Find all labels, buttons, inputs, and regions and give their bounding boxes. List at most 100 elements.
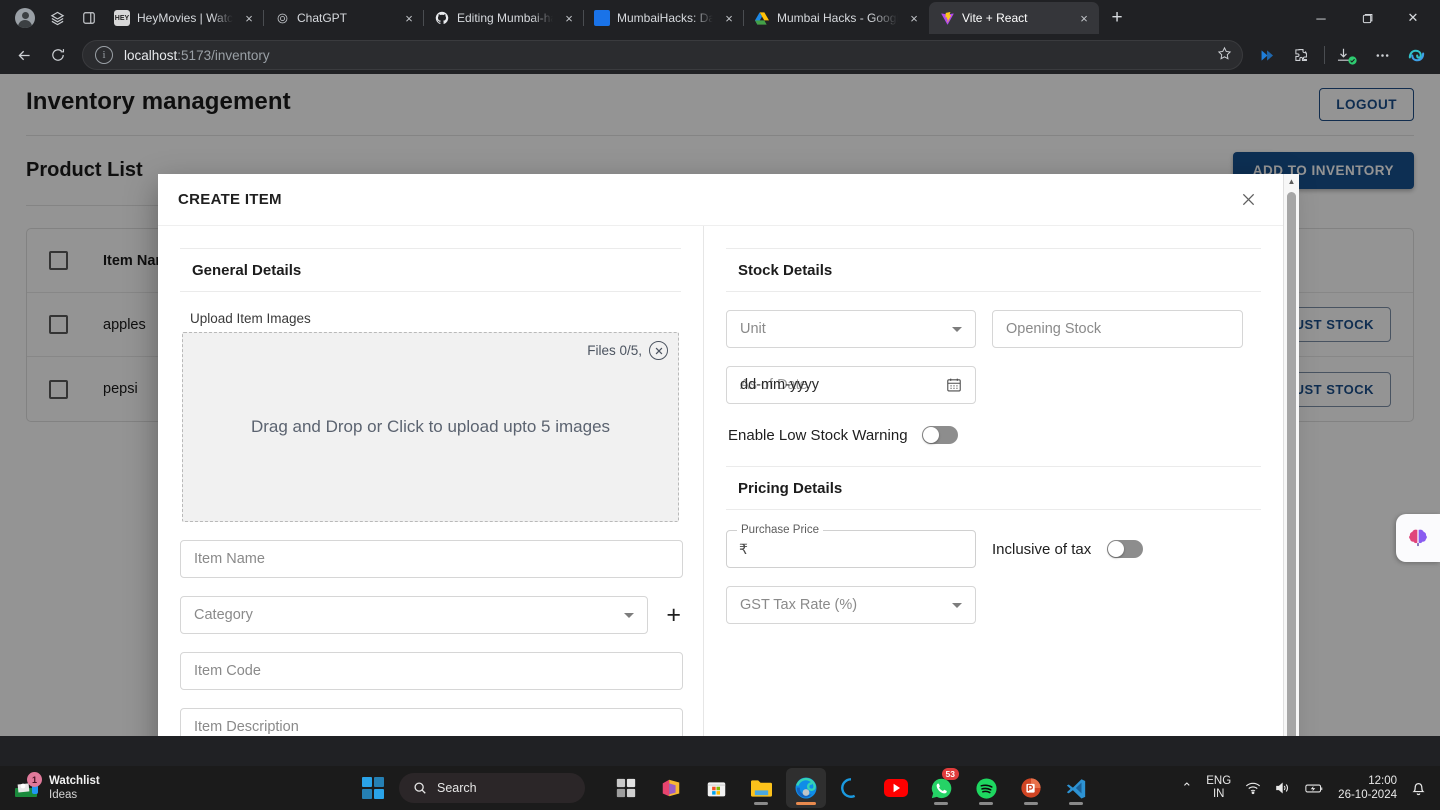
notification-bell-icon[interactable] — [1411, 780, 1426, 796]
collections-icon[interactable] — [1251, 39, 1283, 71]
currency-symbol: ₹ — [739, 540, 748, 557]
chevron-down-icon — [952, 602, 962, 608]
browser-window: HEY HeyMovies | Watch The H × ChatGPT × — [0, 0, 1440, 810]
volume-icon[interactable] — [1275, 781, 1291, 795]
tab-title: Vite + React — [962, 11, 1028, 25]
pricing-details-title: Pricing Details — [726, 466, 1261, 510]
tab-3[interactable]: MumbaiHacks: Dashboard × — [583, 2, 744, 34]
general-details-column: General Details Upload Item Images Files… — [158, 226, 704, 736]
item-name-input[interactable]: Item Name — [180, 540, 683, 578]
powerpoint-icon[interactable] — [1011, 768, 1051, 808]
more-options-icon[interactable] — [1366, 39, 1398, 71]
as-of-date-input[interactable]: As of Date dd-mm-yyyy — [726, 366, 976, 404]
browser-toolbar: i localhost:5173/inventory — [0, 36, 1440, 74]
whatsapp-icon[interactable]: 53 — [921, 768, 961, 808]
reload-icon[interactable] — [42, 39, 74, 71]
close-window-button[interactable]: ✕ — [1390, 1, 1436, 35]
brain-icon[interactable] — [1396, 514, 1440, 562]
windows-taskbar: 1 Watchlist Ideas Search 53 ⌃ ENG IN 12:… — [0, 766, 1440, 810]
item-description-input[interactable]: Item Description — [180, 708, 683, 736]
wifi-icon[interactable] — [1245, 781, 1261, 795]
extensions-icon[interactable] — [1285, 39, 1317, 71]
system-tray: ⌃ ENG IN 12:00 26-10-2024 — [1181, 774, 1440, 803]
watchlist-title: Watchlist — [49, 774, 100, 787]
dropzone-status: Files 0/5, — [587, 341, 668, 360]
tab-close-icon[interactable]: × — [1075, 9, 1093, 27]
tab-close-icon[interactable]: × — [240, 9, 258, 27]
scroll-up-icon[interactable]: ▲ — [1288, 174, 1296, 190]
split-screen-icon[interactable] — [74, 3, 104, 33]
tab-title: ChatGPT — [297, 11, 348, 25]
doc-favicon — [594, 10, 610, 26]
windows-start-icon[interactable] — [362, 777, 384, 799]
spotify-icon[interactable] — [966, 768, 1006, 808]
tab-close-icon[interactable]: × — [560, 9, 578, 27]
inclusive-of-tax-label: Inclusive of tax — [992, 540, 1092, 558]
address-bar[interactable]: i localhost:5173/inventory — [82, 40, 1243, 70]
watchlist-text: Watchlist Ideas — [49, 774, 100, 803]
search-icon — [414, 782, 426, 794]
purchase-price-row: Purchase Price ₹ Inclusive of tax — [726, 524, 1261, 568]
tray-expand-icon[interactable]: ⌃ — [1181, 780, 1192, 796]
back-arrow-icon[interactable] — [8, 39, 40, 71]
microsoft-store-icon[interactable] — [696, 768, 736, 808]
tab-4[interactable]: Mumbai Hacks - Google D × — [743, 2, 929, 34]
opening-stock-input[interactable]: Opening Stock — [992, 310, 1243, 348]
minimize-button[interactable]: ─ — [1298, 1, 1344, 35]
item-code-input[interactable]: Item Code — [180, 652, 683, 690]
create-item-modal: CREATE ITEM General Details Upload Item … — [158, 174, 1299, 736]
tab-5-active[interactable]: Vite + React × — [929, 2, 1099, 34]
scrollbar-thumb[interactable] — [1287, 192, 1296, 736]
unit-select[interactable]: Unit — [726, 310, 976, 348]
copilot-icon[interactable] — [1400, 39, 1432, 71]
calendar-icon[interactable] — [946, 377, 962, 393]
tab-close-icon[interactable]: × — [720, 9, 738, 27]
tab-0[interactable]: HEY HeyMovies | Watch The H × — [104, 2, 264, 34]
url-path: :5173/inventory — [177, 47, 270, 63]
file-explorer-icon[interactable] — [741, 768, 781, 808]
taskbar-search[interactable]: Search — [399, 773, 585, 803]
widgets-icon[interactable] — [606, 768, 646, 808]
purchase-price-input[interactable]: Purchase Price ₹ — [726, 524, 976, 568]
info-icon[interactable]: i — [95, 46, 113, 64]
tab-close-icon[interactable]: × — [905, 9, 923, 27]
inclusive-of-tax-toggle[interactable] — [1107, 540, 1144, 558]
purchase-price-label: Purchase Price — [737, 524, 823, 536]
office-icon[interactable] — [651, 768, 691, 808]
gst-tax-rate-select[interactable]: GST Tax Rate (%) — [726, 586, 976, 624]
category-row: Category + — [180, 578, 681, 634]
unit-placeholder: Unit — [740, 321, 766, 337]
clear-files-icon[interactable] — [649, 341, 668, 360]
watchlist-icon: 1 — [14, 772, 42, 799]
watchlist-widget[interactable]: 1 Watchlist Ideas — [0, 772, 300, 803]
profile-avatar-icon[interactable] — [10, 3, 40, 33]
clock[interactable]: 12:00 26-10-2024 — [1338, 774, 1397, 803]
edge-icon[interactable] — [786, 768, 826, 808]
low-stock-warning-toggle[interactable] — [921, 426, 958, 444]
low-stock-warning-row: Enable Low Stock Warning — [726, 426, 1261, 444]
youtube-icon[interactable] — [876, 768, 916, 808]
tab-2[interactable]: Editing Mumbai-hacks/RE × — [423, 2, 584, 34]
image-dropzone[interactable]: Files 0/5, Drag and Drop or Click to upl… — [182, 332, 679, 522]
drive-favicon — [754, 10, 770, 26]
downloads-icon[interactable] — [1332, 39, 1364, 71]
maximize-button[interactable] — [1344, 1, 1390, 35]
language-indicator[interactable]: ENG IN — [1206, 775, 1231, 801]
unit-stock-row: Unit Opening Stock — [726, 292, 1261, 348]
battery-charging-icon[interactable] — [1305, 782, 1324, 795]
category-select[interactable]: Category — [180, 596, 649, 634]
tab-groups-icon[interactable] — [42, 3, 72, 33]
new-tab-button[interactable]: + — [1103, 4, 1131, 32]
tab-1[interactable]: ChatGPT × — [263, 2, 424, 34]
vscode-icon[interactable] — [1056, 768, 1096, 808]
favorite-star-icon[interactable] — [1217, 46, 1234, 65]
date-placeholder: dd-mm-yyyy — [740, 377, 819, 393]
modal-scrollbar[interactable]: ▲ ▼ — [1283, 174, 1299, 736]
chatgpt-favicon — [274, 10, 290, 26]
category-placeholder: Category — [194, 607, 253, 623]
dropzone-text: Drag and Drop or Click to upload upto 5 … — [250, 417, 611, 436]
close-icon[interactable] — [1235, 187, 1261, 213]
add-category-icon[interactable]: + — [666, 602, 681, 628]
arc-browser-icon[interactable] — [831, 768, 871, 808]
tab-close-icon[interactable]: × — [400, 9, 418, 27]
